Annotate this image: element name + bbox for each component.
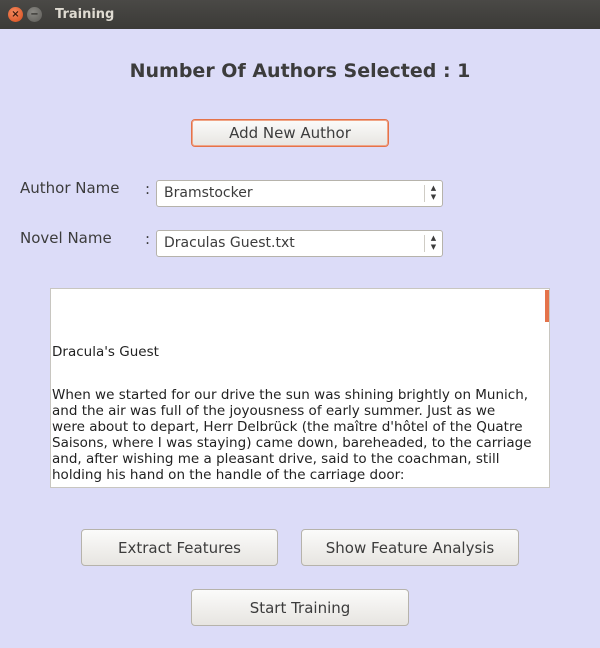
text-line: Saisons, where I was staying) came down,… [52, 435, 532, 451]
show-feature-analysis-button[interactable]: Show Feature Analysis [301, 529, 519, 566]
novel-name-combo[interactable]: Draculas Guest.txt ▲ ▼ [156, 230, 443, 257]
text-line: were about to depart, Herr Delbrück (the… [52, 419, 523, 435]
author-name-combo[interactable]: Bramstocker ▲ ▼ [156, 180, 443, 207]
extract-features-button[interactable]: Extract Features [81, 529, 278, 566]
window-title: Training [55, 7, 115, 22]
novel-title-line: Dracula's Guest [52, 344, 159, 360]
author-name-value: Bramstocker [164, 185, 253, 201]
text-line: When we started for our drive the sun wa… [52, 387, 529, 403]
text-line: holding his hand on the handle of the ca… [52, 467, 405, 483]
authors-selected-heading: Number Of Authors Selected : 1 [129, 60, 471, 82]
text-line: and the air was full of the joyousness o… [52, 403, 496, 419]
novel-text-content: Dracula's Guest When we started for our … [52, 344, 540, 483]
close-icon[interactable]: × [8, 7, 23, 22]
start-training-button[interactable]: Start Training [191, 589, 409, 626]
title-bar: × − Training [0, 0, 600, 29]
minimize-icon[interactable]: − [27, 7, 42, 22]
combo-arrows-icon: ▲ ▼ [430, 234, 437, 251]
novel-name-value: Draculas Guest.txt [164, 235, 295, 251]
novel-text-area[interactable]: Dracula's Guest When we started for our … [50, 288, 550, 488]
scrollbar-thumb[interactable] [545, 290, 549, 322]
novel-name-label: Novel Name [20, 229, 112, 247]
add-new-author-button[interactable]: Add New Author [191, 119, 389, 147]
combo-divider [424, 185, 425, 202]
author-name-label: Author Name [20, 179, 120, 197]
text-line: and, after wishing me a pleasant drive, … [52, 451, 500, 467]
author-name-colon: : [145, 180, 151, 198]
novel-name-colon: : [145, 230, 151, 248]
combo-divider [424, 235, 425, 252]
combo-arrows-icon: ▲ ▼ [430, 184, 437, 201]
